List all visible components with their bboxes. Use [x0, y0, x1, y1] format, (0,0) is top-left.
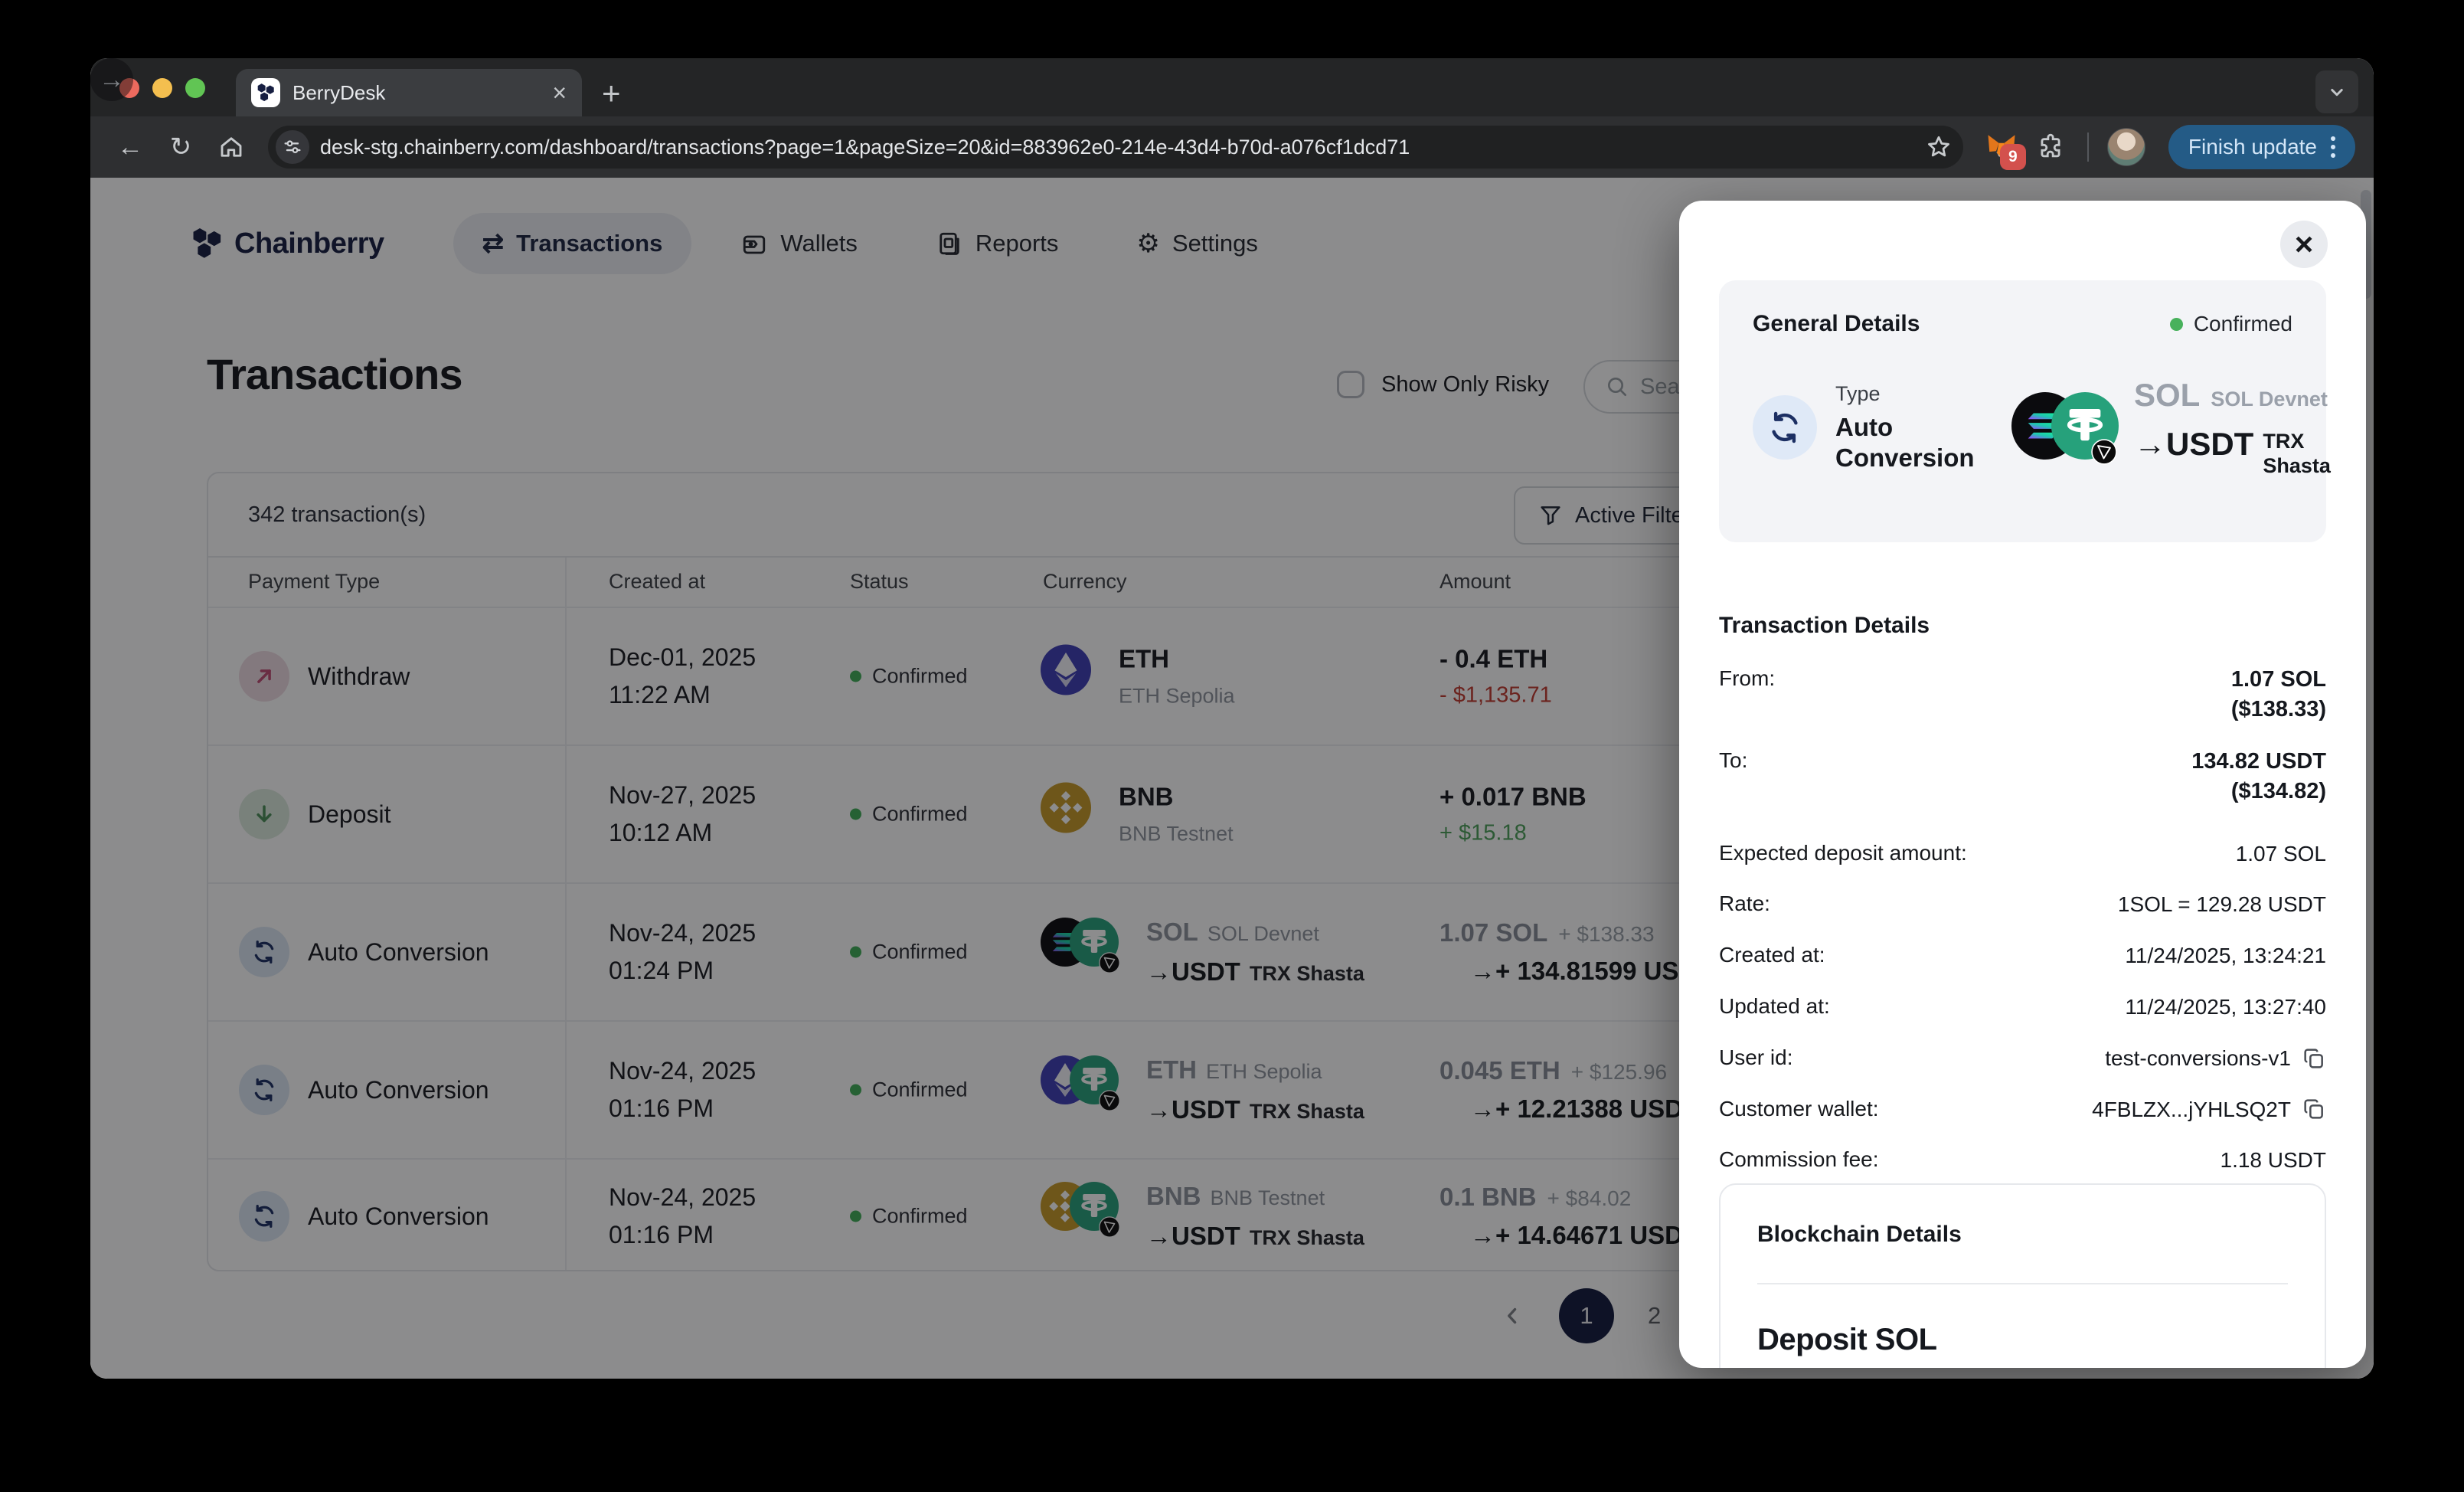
deposit-sol-title: Deposit SOL	[1757, 1323, 2288, 1357]
browser-window: BerryDesk × + ← → ↻ desk-stg.chainberry.…	[90, 58, 2374, 1379]
to-symbol: →USDT	[2134, 426, 2253, 463]
detail-label: User id:	[1719, 1044, 1792, 1070]
detail-value: 1.18 USDT	[2221, 1146, 2327, 1175]
berrydesk-favicon-icon	[251, 78, 280, 107]
status-dot-icon	[2170, 318, 2183, 331]
from-network: SOL Devnet	[2211, 388, 2328, 411]
status-text: Confirmed	[2194, 312, 2292, 336]
bookmark-star-icon[interactable]	[1925, 133, 1953, 161]
blockchain-details-card: Blockchain Details Deposit SOL	[1719, 1183, 2326, 1368]
general-details-card: General Details Confirmed Type Auto Conv…	[1719, 280, 2326, 542]
detail-label: Rate:	[1719, 890, 1770, 916]
extensions-puzzle-icon[interactable]	[2032, 129, 2069, 165]
type-block: Type Auto Conversion	[1753, 382, 2011, 473]
detail-row: User id: test-conversions-v1	[1719, 1044, 2326, 1073]
copy-icon[interactable]	[2302, 1097, 2326, 1121]
url-text[interactable]: desk-stg.chainberry.com/dashboard/transa…	[320, 136, 1914, 159]
browser-tab-strip: BerryDesk × +	[90, 58, 2374, 116]
general-details-title: General Details	[1753, 311, 1920, 337]
transaction-details-title: Transaction Details	[1719, 613, 1930, 639]
reload-button[interactable]: ↻	[159, 126, 202, 169]
forward-button[interactable]: →	[90, 58, 133, 101]
new-tab-button[interactable]: +	[602, 75, 621, 112]
detail-row: Commission fee: 1.18 USDT	[1719, 1146, 2326, 1175]
metamask-extension-icon[interactable]: 9	[1983, 129, 2020, 165]
tab-search-button[interactable]	[2315, 70, 2358, 113]
home-icon	[217, 133, 245, 161]
home-button[interactable]	[210, 126, 253, 169]
detail-row: Expected deposit amount: 1.07 SOL	[1719, 839, 2326, 869]
tab-title: BerryDesk	[292, 81, 540, 105]
conversion-summary: SOL SOL Devnet →USDT TRX Shasta	[2011, 377, 2331, 479]
detail-value: 11/24/2025, 13:27:40	[2125, 993, 2326, 1022]
detail-label: Commission fee:	[1719, 1146, 1879, 1172]
back-button[interactable]: ←	[109, 126, 152, 169]
detail-label: From:	[1719, 665, 1775, 691]
detail-label: Customer wallet:	[1719, 1095, 1879, 1121]
copy-icon[interactable]	[2302, 1046, 2326, 1071]
detail-value: 134.82 USDT($134.82)	[2191, 747, 2326, 807]
detail-row: Rate: 1SOL = 129.28 USDT	[1719, 890, 2326, 919]
minimize-window-button[interactable]	[152, 78, 172, 98]
detail-row: Customer wallet: 4FBLZX...jYHLSQ2T	[1719, 1095, 2326, 1124]
detail-value: 1.07 SOL	[2236, 839, 2326, 869]
detail-row: Created at: 11/24/2025, 13:24:21	[1719, 941, 2326, 970]
blockchain-details-title: Blockchain Details	[1757, 1222, 2288, 1248]
transaction-detail-panel: × General Details Confirmed T	[1679, 201, 2366, 1368]
detail-label: Created at:	[1719, 941, 1825, 967]
to-network: TRX Shasta	[2263, 426, 2331, 479]
detail-value: 11/24/2025, 13:24:21	[2125, 941, 2326, 970]
profile-avatar[interactable]	[2107, 128, 2145, 166]
browser-toolbar: ← → ↻ desk-stg.chainberry.com/dashboard/…	[90, 116, 2374, 178]
browser-tab[interactable]: BerryDesk ×	[236, 69, 582, 116]
site-settings-icon[interactable]	[276, 130, 309, 164]
page-content: Chainberry ⇄TransactionsWalletsReports⚙S…	[90, 178, 2374, 1379]
blockchain-divider	[1757, 1283, 2288, 1284]
address-bar[interactable]: desk-stg.chainberry.com/dashboard/transa…	[268, 126, 1963, 169]
finish-update-button[interactable]: Finish update	[2168, 125, 2355, 169]
auto-conversion-icon	[1753, 395, 1817, 460]
detail-value-secondary: ($138.33)	[2231, 695, 2326, 725]
close-panel-button[interactable]: ×	[2280, 221, 2328, 268]
sol-usdt-coin-pair-icon	[2011, 392, 2119, 463]
detail-label: Updated at:	[1719, 993, 1830, 1019]
transaction-details-list: From: 1.07 SOL($138.33) To: 134.82 USDT(…	[1719, 665, 2326, 1197]
detail-value: 1.07 SOL($138.33)	[2231, 665, 2326, 725]
type-label: Type	[1835, 382, 2011, 406]
detail-label: Expected deposit amount:	[1719, 839, 1967, 865]
detail-value: 4FBLZX...jYHLSQ2T	[2092, 1095, 2326, 1124]
detail-row: Updated at: 11/24/2025, 13:27:40	[1719, 993, 2326, 1022]
detail-value: 1SOL = 129.28 USDT	[2118, 890, 2326, 919]
metamask-badge: 9	[2000, 144, 2026, 170]
toolbar-divider	[2087, 133, 2089, 162]
detail-row: To: 134.82 USDT($134.82)	[1719, 747, 2326, 807]
detail-value-secondary: ($134.82)	[2191, 777, 2326, 807]
from-symbol: SOL	[2134, 377, 2200, 414]
browser-menu-icon[interactable]	[2331, 136, 2335, 158]
type-value: Auto Conversion	[1835, 412, 2011, 473]
chevron-down-icon	[2325, 80, 2348, 103]
detail-row: From: 1.07 SOL($138.33)	[1719, 665, 2326, 725]
extensions-area: 9 Finish update	[1983, 125, 2355, 169]
detail-label: To:	[1719, 747, 1747, 773]
detail-value: test-conversions-v1	[2105, 1044, 2326, 1073]
status-badge: Confirmed	[2170, 312, 2292, 336]
finish-update-label: Finish update	[2188, 135, 2317, 159]
zoom-window-button[interactable]	[185, 78, 205, 98]
trx-badge-icon	[2091, 439, 2117, 465]
tab-close-icon[interactable]: ×	[552, 80, 567, 105]
